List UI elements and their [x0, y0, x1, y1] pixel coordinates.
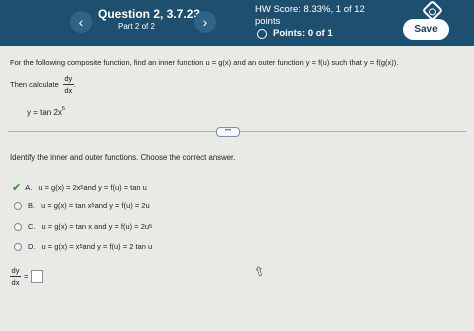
progress-ring-icon: [257, 28, 267, 39]
then-calculate-text: Then calculate: [10, 80, 59, 89]
option-letter: C.: [28, 222, 36, 231]
option-text: u = g(x) = tan x: [41, 201, 92, 210]
option-exponent: 5: [149, 223, 153, 230]
question-title: Question 2, 3.7.23: [98, 7, 201, 21]
option-text: u = g(x) = 2x: [38, 183, 81, 192]
answer-numerator: dy: [11, 266, 20, 275]
derivative-fraction: dy dx: [62, 74, 74, 95]
points-status: Points: 0 of 1: [257, 28, 333, 39]
gear-icon[interactable]: [421, 0, 444, 22]
points-text: Points: 0 of 1: [273, 28, 333, 39]
check-mark-icon: ✔: [12, 182, 22, 194]
option-text-tail: and y = f(u) = 2u: [94, 201, 150, 210]
instructions: Identify the inner and outer functions. …: [10, 153, 236, 162]
equals-sign: =: [24, 272, 29, 281]
then-calculate: Then calculate dy dx .: [10, 74, 76, 95]
option-text: u = g(x) = tan x and y = f(u) = 2u: [41, 222, 150, 231]
radio-button[interactable]: [14, 201, 22, 210]
expand-more-button[interactable]: •••: [216, 127, 240, 137]
radio-button[interactable]: [14, 222, 22, 231]
option-text-tail: and y = f(u) = 2 tan u: [82, 242, 153, 251]
option-c[interactable]: C. u = g(x) = tan x and y = f(u) = 2u 5: [14, 222, 152, 231]
answer-derivative-fraction: dy dx: [10, 266, 21, 287]
answer-input[interactable]: [31, 270, 44, 283]
option-text-tail: and y = f(u) = tan u: [83, 183, 147, 192]
fraction-bar: [10, 276, 21, 277]
function-exponent: 5: [61, 106, 65, 112]
option-letter: A.: [25, 183, 33, 192]
previous-question-button[interactable]: ‹: [70, 11, 92, 33]
hw-score: HW Score: 8.33%, 1 of 12: [255, 4, 365, 15]
option-letter: B.: [28, 201, 36, 210]
period: .: [73, 80, 76, 89]
option-letter: D.: [28, 242, 36, 251]
save-button[interactable]: Save: [403, 19, 449, 40]
derivative-numerator: dy: [64, 74, 73, 83]
mouse-cursor-icon: ⇧: [252, 262, 267, 281]
option-b[interactable]: B. u = g(x) = tan x5 and y = f(u) = 2u: [14, 201, 150, 210]
next-question-button[interactable]: ›: [194, 11, 216, 33]
question-part: Part 2 of 2: [118, 22, 155, 31]
radio-button[interactable]: [14, 242, 22, 251]
problem-statement: For the following composite function, fi…: [10, 58, 399, 67]
option-a[interactable]: ✔ A. u = g(x) = 2x 5 and y = f(u) = tan u: [12, 181, 147, 194]
option-text: u = g(x) = x: [41, 242, 80, 251]
answer-row: dy dx =: [10, 266, 44, 287]
hw-points-label: points: [255, 16, 281, 27]
composite-function: y = tan 2x5: [27, 106, 65, 117]
option-d[interactable]: D. u = g(x) = x5 and y = f(u) = 2 tan u: [14, 242, 152, 251]
function-base: y = tan 2x: [27, 108, 62, 117]
fraction-bar: [62, 84, 74, 85]
header-bar: ‹ Question 2, 3.7.23 Part 2 of 2 › HW Sc…: [0, 0, 474, 46]
derivative-denominator: dx: [64, 86, 73, 95]
answer-denominator: dx: [11, 278, 20, 287]
